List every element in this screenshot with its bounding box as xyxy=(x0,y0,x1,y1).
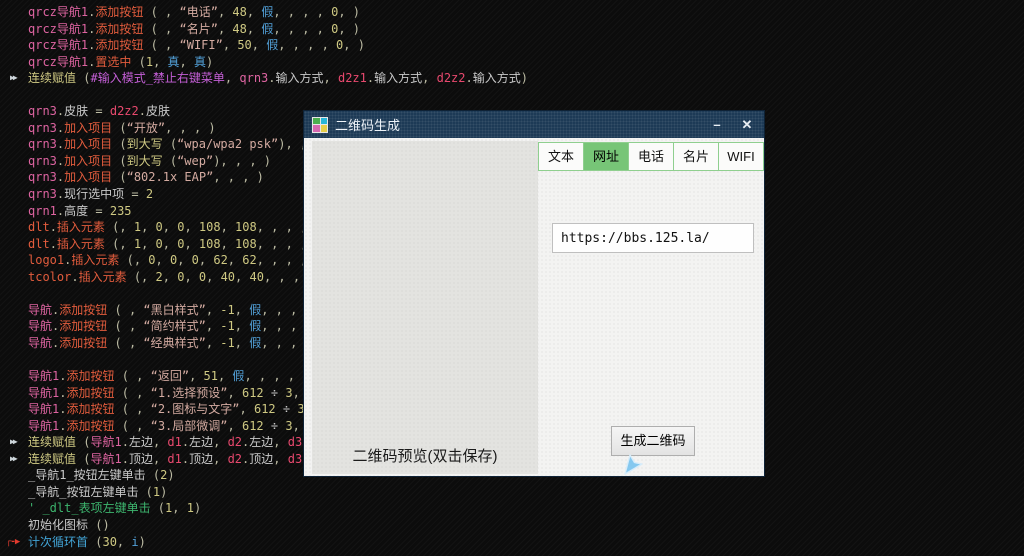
run-marker-icon: ▶▶ xyxy=(10,434,16,451)
run-marker-icon: ▶▶ xyxy=(10,451,16,468)
loop-marker-icon: ┌-▶ xyxy=(6,534,19,551)
window-titlebar[interactable]: 二维码生成 – ✕ xyxy=(304,111,764,138)
code-line: qrcz导航1.添加按钮 ( , “名片”, 48, 假, , , , 0, ) xyxy=(0,21,1024,38)
tab-电话[interactable]: 电话 xyxy=(628,142,674,171)
tab-名片[interactable]: 名片 xyxy=(673,142,719,171)
preview-label: 二维码预览(双击保存) xyxy=(312,445,538,466)
url-input[interactable] xyxy=(552,223,754,253)
code-line: ▶▶连续赋值 (#输入模式_禁止右键菜单, qrn3.输入方式, d2z1.输入… xyxy=(0,70,1024,87)
qr-preview-panel[interactable]: 二维码预览(双击保存) xyxy=(312,141,538,474)
tab-文本[interactable]: 文本 xyxy=(538,142,584,171)
dialog-body: 二维码预览(双击保存) 文本网址电话名片WIFI 生成二维码 xyxy=(304,138,764,476)
code-line: ┌-▶计次循环首 (30, i) xyxy=(0,534,1024,551)
qr-generator-window: 二维码生成 – ✕ 二维码预览(双击保存) 文本网址电话名片WIFI 生成二维码 xyxy=(303,110,765,477)
code-line: ' _dlt_表项左键单击 (1, 1) xyxy=(0,500,1024,517)
generate-qr-button[interactable]: 生成二维码 xyxy=(611,426,695,456)
qr-app-icon xyxy=(312,117,328,133)
tab-网址[interactable]: 网址 xyxy=(583,142,629,171)
tab-WIFI[interactable]: WIFI xyxy=(718,142,764,171)
code-line: _导航_按钮左键单击 (1) xyxy=(0,484,1024,501)
minimize-button[interactable]: – xyxy=(702,111,732,138)
code-line: qrcz导航1.添加按钮 ( , “电话”, 48, 假, , , , 0, ) xyxy=(0,4,1024,21)
code-line: qrcz导航1.置选中 (1, 真, 真) xyxy=(0,54,1024,71)
run-marker-icon: ▶▶ xyxy=(10,70,16,87)
close-button[interactable]: ✕ xyxy=(732,111,762,138)
code-line: qrcz导航1.添加按钮 ( , “WIFI”, 50, 假, , , , 0,… xyxy=(0,37,1024,54)
code-line xyxy=(0,87,1024,104)
window-title: 二维码生成 xyxy=(335,115,400,134)
code-line: 初始化图标 () xyxy=(0,517,1024,534)
tab-bar: 文本网址电话名片WIFI xyxy=(538,142,764,171)
